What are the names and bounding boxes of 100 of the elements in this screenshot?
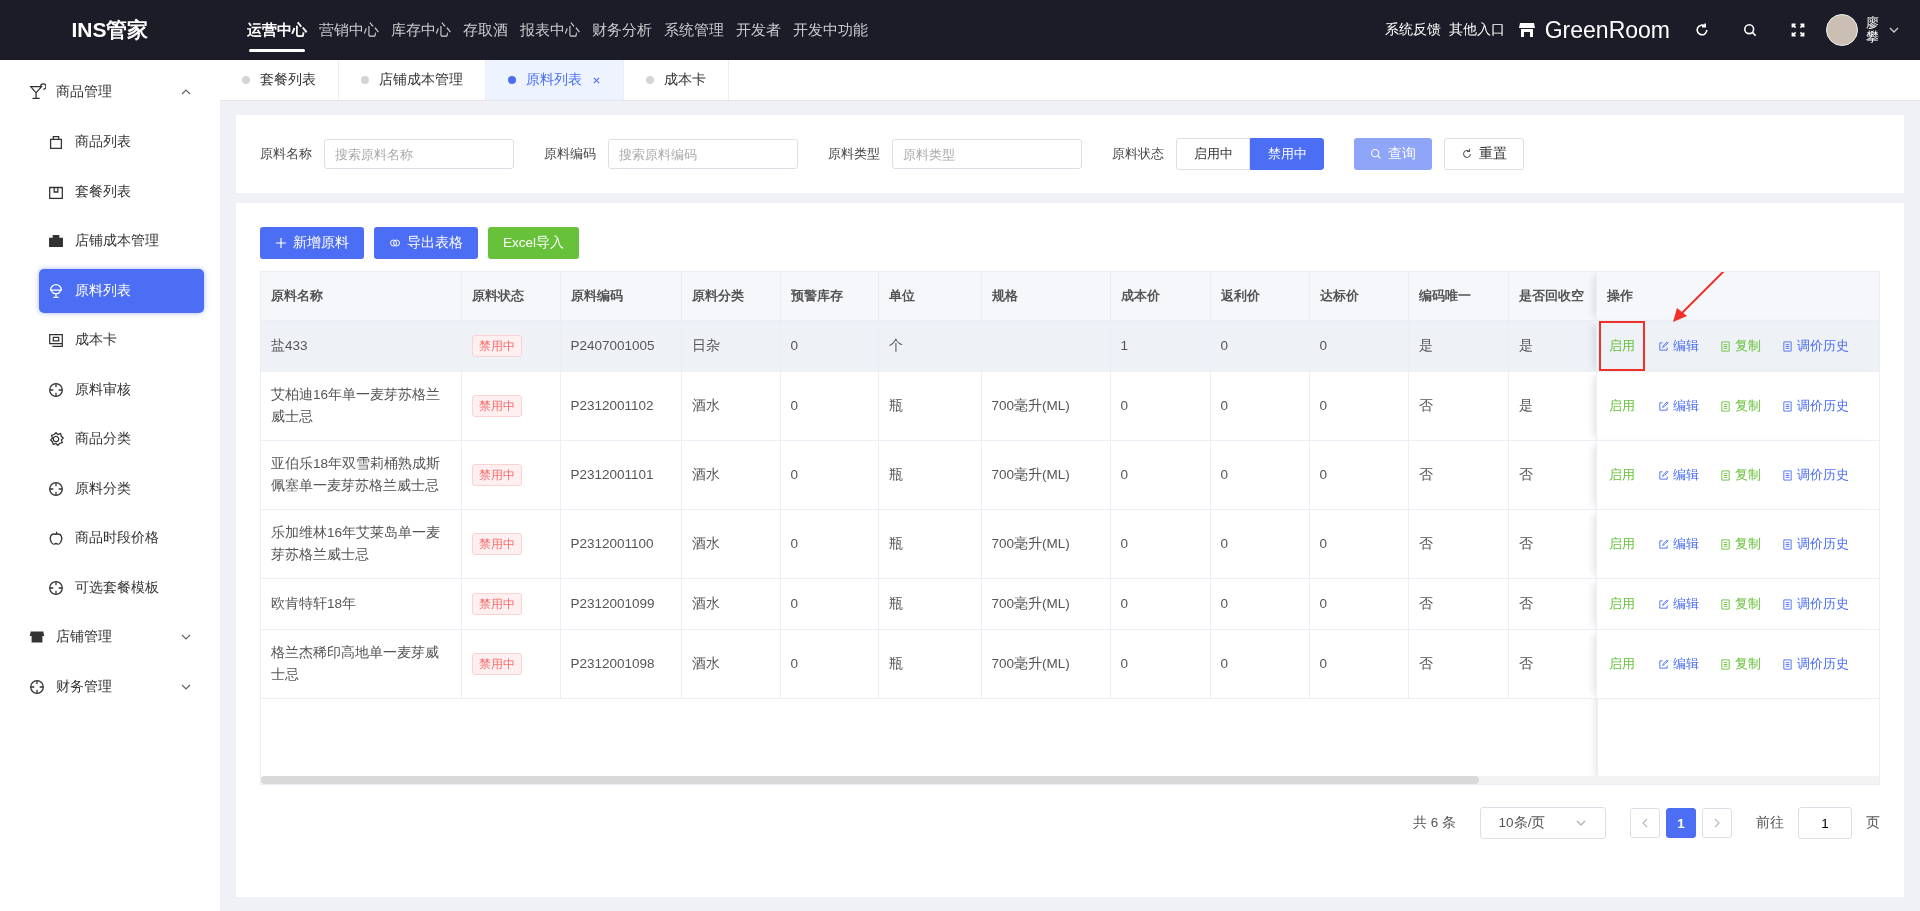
card-icon: [47, 331, 65, 349]
document-icon: [1719, 400, 1731, 412]
filter-input[interactable]: 搜索原料编码: [608, 139, 798, 169]
table-cell: 700毫升(ML): [991, 467, 1070, 482]
sidebar-item[interactable]: 原料审核: [39, 367, 204, 412]
edit-link[interactable]: 编辑: [1653, 651, 1703, 677]
user-avatar[interactable]: [1826, 14, 1858, 46]
status-toggle-button[interactable]: 启用中: [1176, 138, 1250, 170]
column-header: 单位: [878, 272, 981, 321]
fullscreen-icon[interactable]: [1790, 22, 1806, 38]
edit-link[interactable]: 编辑: [1653, 531, 1703, 557]
filter-label: 原料类型: [828, 145, 880, 163]
top-menu-item[interactable]: 运营中心: [247, 0, 307, 60]
top-menu-item[interactable]: 报表中心: [520, 0, 580, 60]
document-icon: [1719, 538, 1731, 550]
edit-link[interactable]: 编辑: [1653, 591, 1703, 617]
price-history-link[interactable]: 调价历史: [1777, 531, 1853, 557]
status-toggle-button[interactable]: 禁用中: [1250, 138, 1324, 170]
table-cell: 0: [1319, 596, 1327, 611]
table-cell: P2312001099: [570, 596, 655, 611]
sidebar-item[interactable]: 成本卡: [39, 318, 204, 362]
table-cell: 0: [790, 467, 798, 482]
reset-button[interactable]: 重置: [1444, 138, 1524, 170]
crosshair-icon: [47, 380, 65, 399]
search-icon[interactable]: [1742, 22, 1758, 38]
page-tab[interactable]: 套餐列表: [220, 60, 339, 100]
sidebar-group[interactable]: 店铺管理: [0, 615, 220, 659]
top-menu-item[interactable]: 营销中心: [319, 0, 379, 60]
table-cell: 酒水: [691, 398, 720, 413]
table-cell: P2312001102: [570, 398, 654, 413]
top-menu-item[interactable]: 存取酒: [463, 0, 508, 60]
sidebar-item[interactable]: 可选套餐模板: [39, 565, 204, 610]
page-button[interactable]: 1: [1666, 808, 1696, 838]
table-cell: 0: [1319, 338, 1327, 353]
header-link[interactable]: 其他入口: [1448, 21, 1505, 39]
table-cell: 亚伯乐18年双雪莉桶熟成斯佩塞单一麦芽苏格兰威士忌: [271, 456, 441, 493]
status-tag: 禁用中: [471, 335, 522, 357]
edit-link[interactable]: 编辑: [1653, 462, 1703, 488]
store-name[interactable]: GreenRoom: [1544, 16, 1670, 44]
page-tab[interactable]: 成本卡: [624, 60, 729, 100]
table-cell: 0: [790, 536, 798, 551]
top-menu-item[interactable]: 财务分析: [592, 0, 652, 60]
filter-input[interactable]: 搜索原料名称: [324, 139, 514, 169]
price-history-link[interactable]: 调价历史: [1777, 333, 1853, 359]
sidebar-item[interactable]: 店铺成本管理: [39, 219, 204, 263]
table-cell: P2312001101: [570, 467, 654, 482]
crosshair-icon: [47, 479, 65, 498]
sidebar-item[interactable]: 原料列表: [39, 268, 204, 313]
document-icon: [1719, 340, 1731, 352]
sidebar-item[interactable]: 商品列表: [39, 120, 204, 164]
table-cell: 盐433: [271, 338, 308, 353]
header-link[interactable]: 系统反馈: [1384, 21, 1441, 39]
column-header: 原料名称: [261, 272, 461, 321]
price-history-link[interactable]: 调价历史: [1777, 591, 1853, 617]
apple-icon: [47, 529, 65, 547]
table-cell: 瓶: [888, 596, 903, 611]
table-cell: 艾柏迪16年单一麦芽苏格兰威士忌: [271, 387, 441, 424]
table-cell: 欧肯特轩18年: [271, 596, 357, 611]
ice-cream-icon: [47, 281, 65, 300]
price-history-link[interactable]: 调价历史: [1777, 393, 1853, 419]
table-cell: P2407001005: [570, 338, 655, 353]
edit-link[interactable]: 编辑: [1653, 333, 1703, 359]
sidebar-item[interactable]: 商品分类: [39, 417, 204, 461]
close-icon[interactable]: [592, 75, 601, 85]
table-cell: 否: [1418, 467, 1433, 482]
filter-input[interactable]: 原料类型: [892, 139, 1082, 169]
top-menu-item[interactable]: 系统管理: [664, 0, 724, 60]
export-button[interactable]: 导出表格: [374, 227, 478, 259]
top-menu-item[interactable]: 库存中心: [391, 0, 451, 60]
sidebar-group[interactable]: 商品管理: [0, 70, 220, 114]
edit-icon: [1657, 598, 1669, 610]
edit-link[interactable]: 编辑: [1653, 393, 1703, 419]
table-cell: 否: [1418, 536, 1433, 551]
filter-label: 原料名称: [260, 145, 312, 163]
dot-icon: [361, 76, 369, 84]
table-cell: 酒水: [691, 536, 720, 551]
sidebar-group[interactable]: 财务管理: [0, 665, 220, 709]
document-icon: [1781, 658, 1793, 670]
price-history-link[interactable]: 调价历史: [1777, 651, 1853, 677]
sidebar-item[interactable]: 原料分类: [39, 466, 204, 511]
sidebar-item[interactable]: 商品时段价格: [39, 516, 204, 560]
table-cell: 否: [1518, 536, 1533, 551]
price-history-link[interactable]: 调价历史: [1777, 462, 1853, 488]
table-cell: 0: [790, 656, 798, 671]
crosshair-icon: [47, 578, 65, 597]
table-cell: P2312001100: [570, 536, 654, 551]
horizontal-scrollbar[interactable]: [261, 776, 1479, 784]
user-name[interactable]: 廖攀: [1866, 16, 1880, 44]
goto-label: 前往: [1756, 814, 1784, 832]
page-size-select[interactable]: 10条/页: [1480, 807, 1606, 839]
column-header: 返利价: [1210, 272, 1309, 321]
gear-icon: [47, 430, 65, 448]
page-input[interactable]: 1: [1798, 807, 1852, 839]
top-menu-item[interactable]: 开发者: [736, 0, 781, 60]
table-cell: 否: [1418, 596, 1433, 611]
add-button[interactable]: 新增原料: [260, 227, 364, 259]
top-menu-item[interactable]: 开发中功能: [793, 0, 868, 60]
page-tab[interactable]: 原料列表: [486, 60, 624, 100]
sidebar-item[interactable]: 套餐列表: [39, 169, 204, 214]
refresh-icon[interactable]: [1694, 22, 1710, 38]
